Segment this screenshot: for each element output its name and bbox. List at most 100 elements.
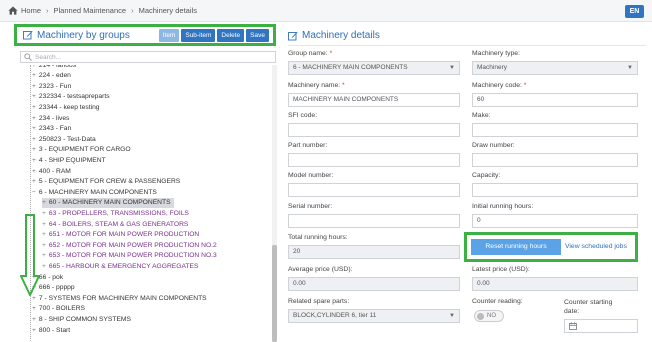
tree-item[interactable]: +232334 - testsapreparts: [32, 92, 110, 102]
groups-panel-title-text: Machinery by groups: [37, 29, 130, 41]
tree-item[interactable]: +63 - PROPELLERS, TRANSMISSIONS, FOILS: [42, 208, 189, 218]
related-spare-parts-select[interactable]: BLOCK,CYLINDER 6, tier 11 ▼: [288, 309, 460, 323]
tree-item[interactable]: +7 - SYSTEMS FOR MACHINERY MAIN COMPONEN…: [32, 293, 207, 303]
search-placeholder: Search...: [35, 53, 62, 61]
search-icon: [24, 53, 32, 61]
language-badge[interactable]: EN: [625, 5, 644, 18]
machinery-groups-panel: Machinery by groups Item Sub-item Delete…: [14, 22, 277, 342]
tree-expand-toggle-icon[interactable]: +: [42, 199, 46, 206]
machinery-code-input[interactable]: 60: [472, 93, 638, 107]
counter-reading-toggle[interactable]: NO: [474, 310, 504, 322]
running-hours-actions: Reset running hours View scheduled jobs: [464, 232, 638, 262]
tree-item[interactable]: +700 - BOILERS: [32, 304, 85, 314]
average-price-label: Average price (USD):: [288, 266, 353, 273]
tree-item-selected[interactable]: +60 - MACHINERY MAIN COMPONENTS: [42, 197, 174, 208]
tree-item[interactable]: +800 - Start: [32, 325, 70, 335]
tree-item-label: 651 - MOTOR FOR MAIN POWER PRODUCTION: [48, 231, 200, 239]
tree-item[interactable]: +234 - lives: [32, 113, 69, 123]
sfi-code-input[interactable]: [288, 123, 460, 137]
view-scheduled-jobs-link[interactable]: View scheduled jobs: [565, 239, 627, 255]
tree-expand-toggle-icon[interactable]: +: [42, 231, 46, 238]
tree-item[interactable]: +250823 - Test-Data: [32, 134, 96, 144]
tree-item-label: 60 - MACHINERY MAIN COMPONENTS: [48, 199, 171, 207]
part-number-label: Part number:: [288, 142, 328, 149]
tree-expand-toggle-icon[interactable]: +: [32, 72, 36, 79]
initial-running-hours-input[interactable]: 0: [472, 214, 638, 228]
tree-item[interactable]: +8 - SHIP COMMON SYSTEMS: [32, 314, 131, 324]
breadcrumb-planned-maintenance[interactable]: Planned Maintenance: [54, 6, 127, 15]
details-title: Machinery details: [288, 30, 380, 41]
tree-item[interactable]: +2323 - Fun: [32, 81, 71, 91]
add-item-button[interactable]: Item: [158, 29, 180, 42]
breadcrumb-separator: ›: [46, 6, 49, 15]
tree-expand-toggle-icon[interactable]: −: [32, 189, 36, 196]
tree-item[interactable]: +4 - SHIP EQUIPMENT: [32, 155, 106, 165]
tree-item[interactable]: +23344 - keep testing: [32, 102, 100, 112]
tree-expand-toggle-icon[interactable]: +: [32, 83, 36, 90]
tree-expand-toggle-icon[interactable]: +: [42, 252, 46, 259]
tree-item[interactable]: +3 - EQUIPMENT FOR CARGO: [32, 145, 131, 155]
draw-number-input[interactable]: [472, 153, 638, 167]
tree-item[interactable]: +224 - eden: [32, 71, 71, 81]
tree-expand-toggle-icon[interactable]: +: [32, 316, 36, 323]
tree-item[interactable]: +214 - fanoos: [32, 65, 76, 70]
home-icon[interactable]: [8, 6, 18, 15]
tree-expand-toggle-icon[interactable]: +: [32, 157, 36, 164]
tree-item-label: 665 - HARBOUR & EMERGENCY AGGREGATES: [48, 262, 199, 270]
group-name-select[interactable]: 6 - MACHINERY MAIN COMPONENTS ▼: [288, 61, 460, 75]
tree-expand-toggle-icon[interactable]: +: [32, 136, 36, 143]
tree-item-label: 2323 - Fun: [38, 82, 72, 90]
tree-expand-toggle-icon[interactable]: +: [42, 263, 46, 270]
tree-expand-toggle-icon[interactable]: +: [32, 125, 36, 132]
tree-item[interactable]: −6 - MACHINERY MAIN COMPONENTS: [32, 187, 157, 197]
sfi-code-label: SFI code:: [288, 112, 318, 119]
tree-scrollbar[interactable]: [272, 65, 277, 342]
make-input[interactable]: [472, 123, 638, 137]
add-sub-item-button[interactable]: Sub-item: [181, 29, 216, 42]
tree-expand-toggle-icon[interactable]: +: [32, 146, 36, 153]
machinery-type-select[interactable]: Machinery ▼: [472, 61, 638, 75]
machinery-tree: +214 - fanoos +224 - eden +2323 - Fun +2323…: [20, 65, 266, 342]
tree-item[interactable]: +665 - HARBOUR & EMERGENCY AGGREGATES: [42, 261, 198, 271]
tree-item[interactable]: +400 - RAM: [32, 166, 71, 176]
tree-expand-toggle-icon[interactable]: +: [32, 305, 36, 312]
capacity-label: Capacity:: [472, 172, 501, 179]
tree-item[interactable]: +64 - BOILERS, STEAM & GAS GENERATORS: [42, 219, 188, 229]
tree-scrollbar-thumb[interactable]: [272, 245, 277, 342]
save-button[interactable]: Save: [246, 29, 269, 42]
capacity-input[interactable]: [472, 183, 638, 197]
tree-expand-toggle-icon[interactable]: +: [32, 104, 36, 111]
calendar-icon[interactable]: [569, 322, 577, 330]
make-label: Make:: [472, 112, 491, 119]
reset-running-hours-button[interactable]: Reset running hours: [471, 239, 561, 255]
tree-expand-toggle-icon[interactable]: +: [42, 221, 46, 228]
tree-expand-toggle-icon[interactable]: +: [32, 65, 36, 69]
machinery-details-panel: Machinery details Group name: * 6 - MACH…: [278, 22, 652, 342]
tree-connector-line: [30, 65, 31, 342]
tree-item-label: 2343 - Fan: [38, 125, 72, 133]
tree-item[interactable]: +653 - MOTOR FOR MAIN POWER PRODUCTION N…: [42, 251, 217, 261]
machinery-name-input[interactable]: MACHINERY MAIN COMPONENTS: [288, 93, 460, 107]
breadcrumb-home[interactable]: Home: [21, 6, 41, 15]
tree-item[interactable]: +5 - EQUIPMENT FOR CREW & PASSENGERS: [32, 177, 180, 187]
tree-item[interactable]: +651 - MOTOR FOR MAIN POWER PRODUCTION: [42, 230, 199, 240]
tree-expand-toggle-icon[interactable]: +: [42, 210, 46, 217]
tree-expand-toggle-icon[interactable]: +: [32, 115, 36, 122]
serial-number-input[interactable]: [288, 214, 460, 228]
tree-item-label: 23344 - keep testing: [38, 103, 100, 111]
tree-item[interactable]: +2343 - Fan: [32, 124, 71, 134]
tree-expand-toggle-icon[interactable]: +: [32, 178, 36, 185]
tree-expand-toggle-icon[interactable]: +: [32, 93, 36, 100]
model-number-input[interactable]: [288, 183, 460, 197]
tree-expand-toggle-icon[interactable]: +: [32, 168, 36, 175]
draw-number-label: Draw number:: [472, 142, 515, 149]
tree-item-label: 64 - BOILERS, STEAM & GAS GENERATORS: [48, 220, 189, 228]
part-number-input[interactable]: [288, 153, 460, 167]
tree-expand-toggle-icon[interactable]: +: [42, 242, 46, 249]
delete-button[interactable]: Delete: [217, 29, 245, 42]
tree-item[interactable]: +652 - MOTOR FOR MAIN POWER PRODUCTION N…: [42, 240, 217, 250]
tree-search-input[interactable]: Search...: [20, 51, 276, 63]
tree-expand-toggle-icon[interactable]: +: [32, 327, 36, 334]
machinery-type-label: Machinery type:: [472, 50, 520, 57]
counter-starting-date-input[interactable]: [564, 319, 638, 333]
